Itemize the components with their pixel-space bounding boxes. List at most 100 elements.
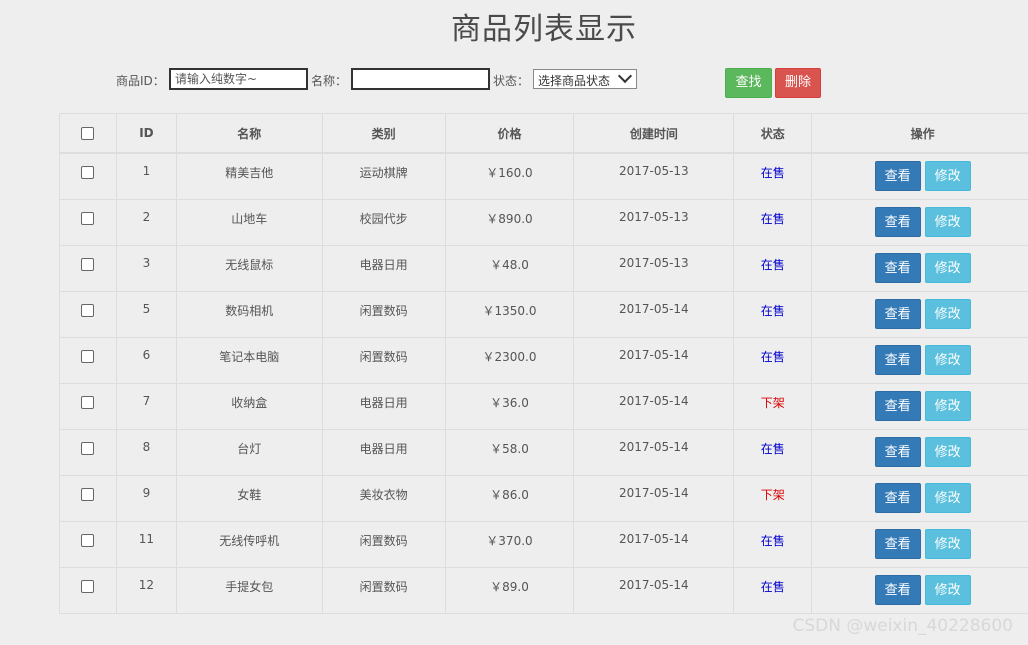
cell-status: 在售 — [733, 198, 813, 246]
view-button[interactable]: 查看 — [874, 298, 921, 329]
row-checkbox[interactable] — [81, 303, 95, 317]
row-select-cell — [59, 336, 117, 384]
cell-name: 精美吉他 — [175, 152, 323, 200]
cell-status: 下架 — [733, 474, 813, 522]
cell-category: 电器日用 — [321, 382, 446, 430]
edit-button[interactable]: 修改 — [924, 390, 971, 421]
watermark: CSDN @weixin_40228600 — [792, 616, 1013, 636]
cell-category: 电器日用 — [321, 244, 446, 292]
row-checkbox[interactable] — [81, 487, 95, 501]
header-status: 状态 — [733, 113, 813, 154]
edit-button[interactable]: 修改 — [924, 298, 971, 329]
table-row: 8 台灯 电器日用 ￥58.0 2017-05-14 在售 查看 修改 — [59, 428, 1028, 476]
view-button[interactable]: 查看 — [874, 436, 921, 467]
cell-name: 台灯 — [175, 428, 323, 476]
view-button[interactable]: 查看 — [874, 161, 921, 191]
row-select-cell — [59, 428, 117, 476]
cell-actions: 查看 修改 — [811, 152, 1028, 200]
view-button[interactable]: 查看 — [874, 482, 921, 513]
cell-status: 在售 — [733, 152, 813, 200]
delete-button[interactable]: 删除 — [775, 68, 821, 98]
cell-category: 美妆衣物 — [321, 474, 446, 522]
cell-category: 闲置数码 — [321, 520, 446, 568]
edit-button[interactable]: 修改 — [924, 344, 971, 375]
header-name: 名称 — [175, 113, 323, 154]
name-input[interactable] — [351, 68, 490, 90]
cell-name: 手提女包 — [175, 566, 323, 614]
edit-button[interactable]: 修改 — [924, 528, 971, 559]
header-price: 价格 — [444, 113, 575, 154]
cell-price: ￥890.0 — [444, 198, 575, 246]
table-row: 3 无线鼠标 电器日用 ￥48.0 2017-05-13 在售 查看 修改 — [59, 244, 1028, 292]
cell-price: ￥1350.0 — [444, 290, 575, 338]
cell-status: 在售 — [733, 520, 813, 568]
cell-id: 6 — [115, 336, 177, 384]
edit-button[interactable]: 修改 — [924, 436, 971, 467]
row-checkbox[interactable] — [81, 166, 95, 179]
table-row: 9 女鞋 美妆衣物 ￥86.0 2017-05-14 下架 查看 修改 — [59, 474, 1028, 522]
row-checkbox[interactable] — [81, 349, 95, 363]
row-checkbox[interactable] — [81, 257, 95, 271]
view-button[interactable]: 查看 — [874, 252, 921, 283]
cell-price: ￥89.0 — [444, 566, 575, 614]
status-badge: 在售 — [760, 303, 785, 318]
edit-button[interactable]: 修改 — [924, 482, 971, 513]
view-button[interactable]: 查看 — [874, 390, 921, 421]
cell-price: ￥2300.0 — [444, 336, 575, 384]
cell-id: 1 — [115, 152, 177, 200]
edit-button[interactable]: 修改 — [924, 252, 971, 283]
status-select[interactable]: 选择商品状态 — [533, 68, 637, 89]
name-label: 名称： — [311, 74, 348, 88]
cell-id: 3 — [115, 244, 177, 292]
cell-created: 2017-05-14 — [573, 474, 735, 522]
table-row: 2 山地车 校园代步 ￥890.0 2017-05-13 在售 查看 修改 — [59, 198, 1028, 246]
cell-status: 在售 — [733, 428, 813, 476]
product-id-input[interactable] — [169, 68, 308, 90]
edit-button[interactable]: 修改 — [924, 206, 971, 237]
row-checkbox[interactable] — [81, 533, 95, 547]
cell-category: 校园代步 — [321, 198, 446, 246]
cell-created: 2017-05-14 — [573, 566, 735, 614]
cell-id: 2 — [115, 198, 177, 246]
cell-actions: 查看 修改 — [811, 244, 1028, 292]
row-checkbox[interactable] — [81, 579, 95, 593]
select-all-checkbox[interactable] — [81, 127, 95, 140]
status-label: 状态： — [493, 74, 530, 88]
view-button[interactable]: 查看 — [874, 528, 921, 559]
cell-price: ￥36.0 — [444, 382, 575, 430]
cell-price: ￥48.0 — [444, 244, 575, 292]
header-id: ID — [115, 113, 177, 154]
edit-button[interactable]: 修改 — [924, 161, 971, 191]
cell-status: 在售 — [733, 336, 813, 384]
header-category: 类别 — [321, 113, 446, 154]
cell-created: 2017-05-14 — [573, 336, 735, 384]
cell-price: ￥58.0 — [444, 428, 575, 476]
view-button[interactable]: 查看 — [874, 206, 921, 237]
edit-button[interactable]: 修改 — [924, 574, 971, 605]
cell-category: 闲置数码 — [321, 566, 446, 614]
cell-name: 女鞋 — [175, 474, 323, 522]
table-row: 12 手提女包 闲置数码 ￥89.0 2017-05-14 在售 查看 修改 — [59, 566, 1028, 614]
row-select-cell — [59, 198, 117, 246]
cell-actions: 查看 修改 — [811, 290, 1028, 338]
cell-price: ￥370.0 — [444, 520, 575, 568]
header-actions: 操作 — [811, 113, 1028, 154]
view-button[interactable]: 查看 — [874, 574, 921, 605]
cell-actions: 查看 修改 — [811, 520, 1028, 568]
status-badge: 在售 — [760, 257, 785, 272]
cell-name: 山地车 — [175, 198, 323, 246]
header-created: 创建时间 — [573, 113, 735, 154]
product-table: ID 名称 类别 价格 创建时间 状态 操作 1 精美吉他 运动棋牌 ￥160.0 20… — [59, 113, 1028, 614]
cell-actions: 查看 修改 — [811, 336, 1028, 384]
status-badge: 下架 — [760, 487, 785, 502]
cell-status: 在售 — [733, 244, 813, 292]
search-button[interactable]: 查找 — [725, 68, 772, 98]
status-badge: 在售 — [760, 211, 785, 226]
cell-id: 12 — [115, 566, 177, 614]
view-button[interactable]: 查看 — [874, 344, 921, 375]
cell-id: 8 — [115, 428, 177, 476]
cell-created: 2017-05-13 — [573, 152, 735, 200]
row-checkbox[interactable] — [81, 211, 95, 225]
row-checkbox[interactable] — [81, 441, 95, 455]
row-checkbox[interactable] — [81, 395, 95, 409]
